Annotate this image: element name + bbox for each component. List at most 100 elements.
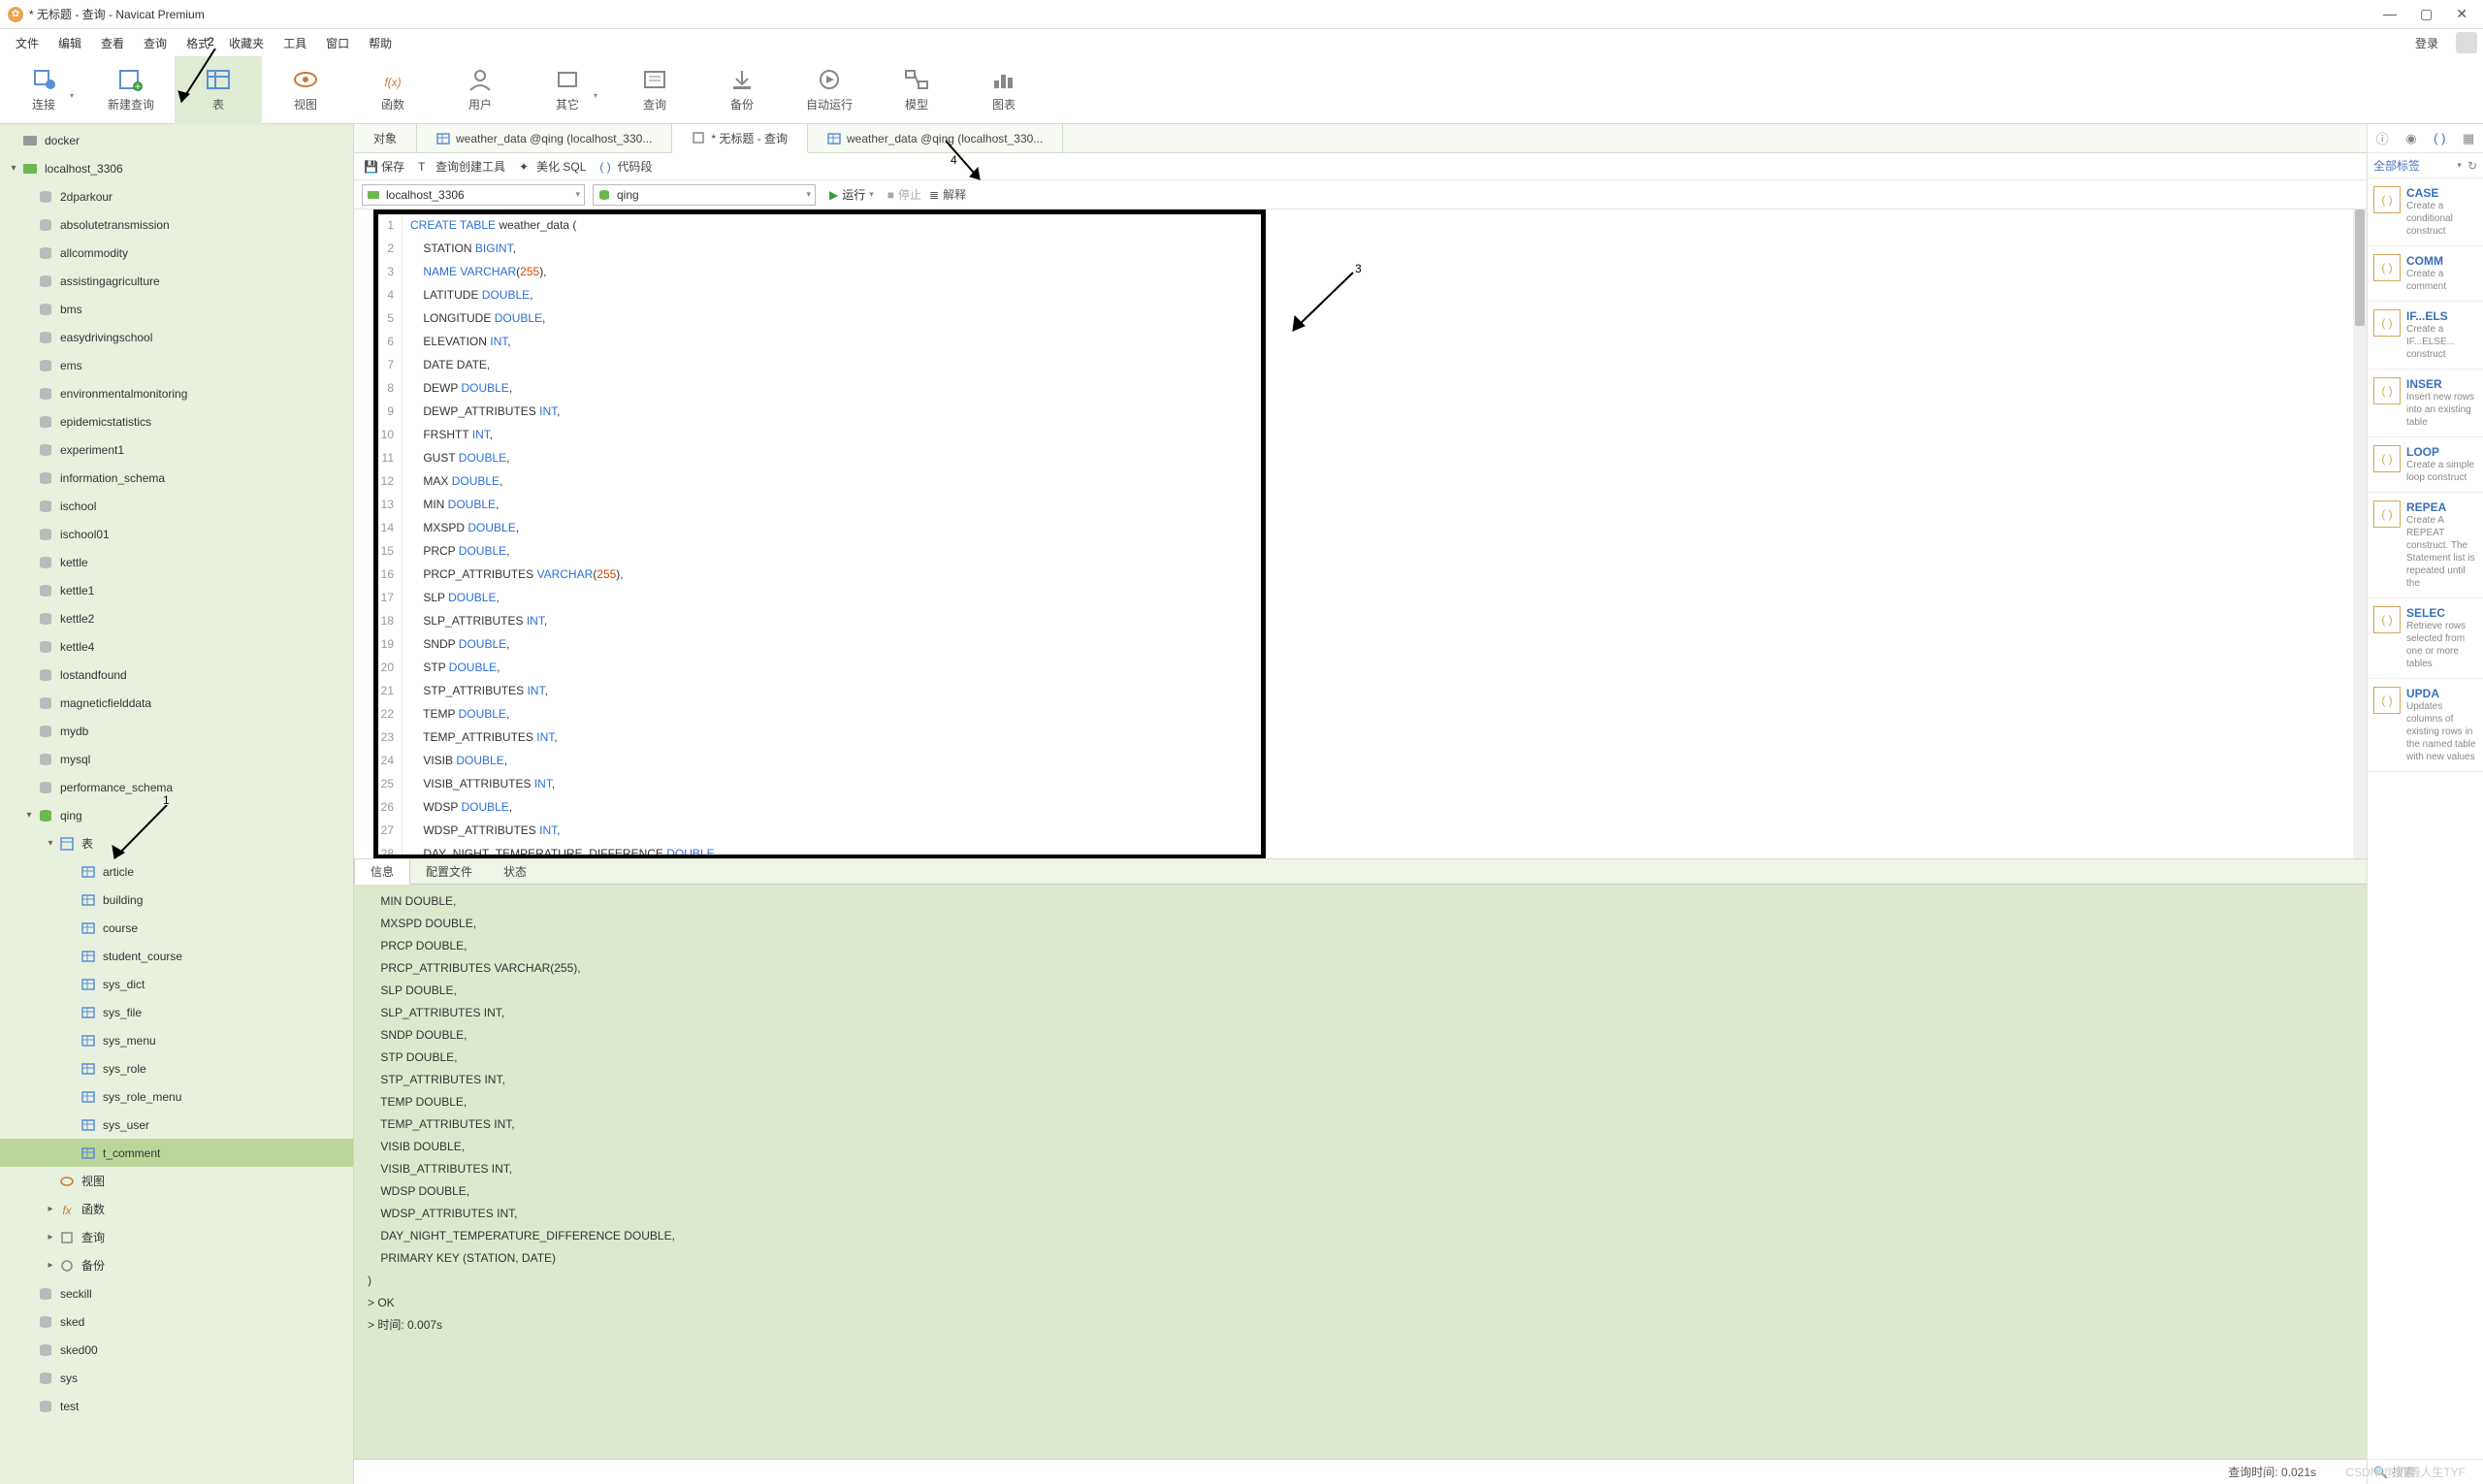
tree-表[interactable]: ▾表 <box>0 829 353 857</box>
toolbar-connect[interactable]: 连接▾ <box>0 56 87 124</box>
tree-absolutetransmission[interactable]: absolutetransmission <box>0 210 353 239</box>
tree-test[interactable]: test <box>0 1392 353 1420</box>
result-tab-状态[interactable]: 状态 <box>488 859 542 884</box>
info-icon[interactable]: ⓘ <box>2376 129 2389 147</box>
tree-2dparkour[interactable]: 2dparkour <box>0 182 353 210</box>
tree-allcommodity[interactable]: allcommodity <box>0 239 353 267</box>
tree-sked[interactable]: sked <box>0 1307 353 1336</box>
tree-environmentalmonitoring[interactable]: environmentalmonitoring <box>0 379 353 407</box>
tree-函数[interactable]: ▸fx函数 <box>0 1195 353 1223</box>
tree-qing[interactable]: ▾qing <box>0 801 353 829</box>
beautify-sql-button[interactable]: ✦美化 SQL <box>519 158 586 175</box>
toolbar-user[interactable]: 用户 <box>436 56 524 124</box>
menu-编辑[interactable]: 编辑 <box>48 31 91 55</box>
toolbar-model[interactable]: 模型 <box>873 56 960 124</box>
snippet-UPDA[interactable]: ( )UPDAUpdates columns of existing rows … <box>2368 679 2483 772</box>
tree-article[interactable]: article <box>0 857 353 886</box>
tree-kettle1[interactable]: kettle1 <box>0 576 353 604</box>
menu-文件[interactable]: 文件 <box>6 31 48 55</box>
tree-epidemicstatistics[interactable]: epidemicstatistics <box>0 407 353 436</box>
result-output[interactable]: MIN DOUBLE, MXSPD DOUBLE, PRCP DOUBLE, P… <box>354 885 2367 1459</box>
menu-收藏夹[interactable]: 收藏夹 <box>219 31 274 55</box>
tree-t_comment[interactable]: t_comment <box>0 1139 353 1167</box>
snippet-CASE[interactable]: ( )CASECreate a conditional construct <box>2368 178 2483 246</box>
result-tab-信息[interactable]: 信息 <box>354 858 410 885</box>
tree-magneticfielddata[interactable]: magneticfielddata <box>0 689 353 717</box>
tree-ischool01[interactable]: ischool01 <box>0 520 353 548</box>
connection-select[interactable]: localhost_3306▾ <box>362 184 585 206</box>
tree-seckill[interactable]: seckill <box>0 1279 353 1307</box>
toolbar-view[interactable]: 视图 <box>262 56 349 124</box>
tree-sys_file[interactable]: sys_file <box>0 998 353 1026</box>
tree-building[interactable]: building <box>0 886 353 914</box>
tree-sys_user[interactable]: sys_user <box>0 1111 353 1139</box>
tree-kettle2[interactable]: kettle2 <box>0 604 353 632</box>
tree-ems[interactable]: ems <box>0 351 353 379</box>
snippet-REPEA[interactable]: ( )REPEACreate A REPEAT construct. The S… <box>2368 493 2483 598</box>
tab-对象[interactable]: 对象 <box>354 124 417 153</box>
snippet-COMM[interactable]: ( )COMMCreate a comment <box>2368 246 2483 302</box>
tree-easydrivingschool[interactable]: easydrivingschool <box>0 323 353 351</box>
toolbar-backup[interactable]: 备份 <box>698 56 786 124</box>
menu-查看[interactable]: 查看 <box>91 31 134 55</box>
snippet-LOOP[interactable]: ( )LOOPCreate a simple loop construct <box>2368 437 2483 493</box>
tree-localhost_3306[interactable]: ▾localhost_3306 <box>0 154 353 182</box>
snippet-IF...ELS[interactable]: ( )IF...ELSCreate a IF...ELSE... constru… <box>2368 302 2483 370</box>
tree-course[interactable]: course <box>0 914 353 942</box>
tree-student_course[interactable]: student_course <box>0 942 353 970</box>
bracket-icon[interactable]: ( ) <box>2434 131 2445 145</box>
result-tab-配置文件[interactable]: 配置文件 <box>410 859 488 884</box>
minimize-button[interactable]: ― <box>2383 6 2397 22</box>
snippet-filter[interactable]: 全部标签▾ ↻ <box>2368 153 2483 178</box>
snippet-SELEC[interactable]: ( )SELECRetrieve rows selected from one … <box>2368 598 2483 679</box>
menu-查询[interactable]: 查询 <box>134 31 177 55</box>
snippet-INSER[interactable]: ( )INSERInsert new rows into an existing… <box>2368 370 2483 437</box>
tree-sys_role_menu[interactable]: sys_role_menu <box>0 1082 353 1111</box>
tree-视图[interactable]: 视图 <box>0 1167 353 1195</box>
toolbar-autorun[interactable]: 自动运行 <box>786 56 873 124</box>
avatar-icon[interactable] <box>2456 32 2477 53</box>
maximize-button[interactable]: ▢ <box>2420 6 2433 22</box>
tree-information_schema[interactable]: information_schema <box>0 464 353 492</box>
tree-experiment1[interactable]: experiment1 <box>0 436 353 464</box>
tab-* 无标题 - 查询[interactable]: * 无标题 - 查询 <box>672 124 808 153</box>
tree-sys_menu[interactable]: sys_menu <box>0 1026 353 1054</box>
tree-sys_role[interactable]: sys_role <box>0 1054 353 1082</box>
tree-mydb[interactable]: mydb <box>0 717 353 745</box>
menu-工具[interactable]: 工具 <box>274 31 316 55</box>
toolbar-chart[interactable]: 图表 <box>960 56 1048 124</box>
tree-lostandfound[interactable]: lostandfound <box>0 661 353 689</box>
tree-sys_dict[interactable]: sys_dict <box>0 970 353 998</box>
query-builder-button[interactable]: T查询创建工具 <box>418 158 505 175</box>
tree-查询[interactable]: ▸查询 <box>0 1223 353 1251</box>
tree-performance_schema[interactable]: performance_schema <box>0 773 353 801</box>
login-link[interactable]: 登录 <box>2405 31 2448 55</box>
tree-mysql[interactable]: mysql <box>0 745 353 773</box>
sidebar[interactable]: docker▾localhost_33062dparkourabsolutetr… <box>0 124 354 1484</box>
close-button[interactable]: ✕ <box>2456 6 2467 22</box>
tree-kettle[interactable]: kettle <box>0 548 353 576</box>
menu-帮助[interactable]: 帮助 <box>359 31 402 55</box>
toolbar-query[interactable]: 查询 <box>611 56 698 124</box>
toolbar-other[interactable]: 其它▾ <box>524 56 611 124</box>
tab-weather_data[interactable]: weather_data @qing (localhost_330... <box>417 124 672 153</box>
tab-weather_data[interactable]: weather_data @qing (localhost_330... <box>808 124 1063 153</box>
database-select[interactable]: qing▾ <box>593 184 816 206</box>
eye-icon[interactable]: ◉ <box>2405 131 2416 146</box>
tree-assistingagriculture[interactable]: assistingagriculture <box>0 267 353 295</box>
tree-sked00[interactable]: sked00 <box>0 1336 353 1364</box>
editor-scrollbar[interactable] <box>2353 210 2367 858</box>
tree-sys[interactable]: sys <box>0 1364 353 1392</box>
code-snippet-button[interactable]: ( )代码段 <box>599 158 652 175</box>
save-button[interactable]: 💾保存 <box>364 158 404 175</box>
run-button[interactable]: ▶运行▾ <box>823 186 880 203</box>
toolbar-fx[interactable]: f(x)函数 <box>349 56 436 124</box>
tree-备份[interactable]: ▸备份 <box>0 1251 353 1279</box>
tree-kettle4[interactable]: kettle4 <box>0 632 353 661</box>
menu-窗口[interactable]: 窗口 <box>316 31 359 55</box>
explain-button[interactable]: ≣解释 <box>929 186 966 203</box>
tree-docker[interactable]: docker <box>0 126 353 154</box>
toolbar-newquery[interactable]: +新建查询 <box>87 56 175 124</box>
grid-icon[interactable]: ▦ <box>2463 131 2474 146</box>
tree-ischool[interactable]: ischool <box>0 492 353 520</box>
